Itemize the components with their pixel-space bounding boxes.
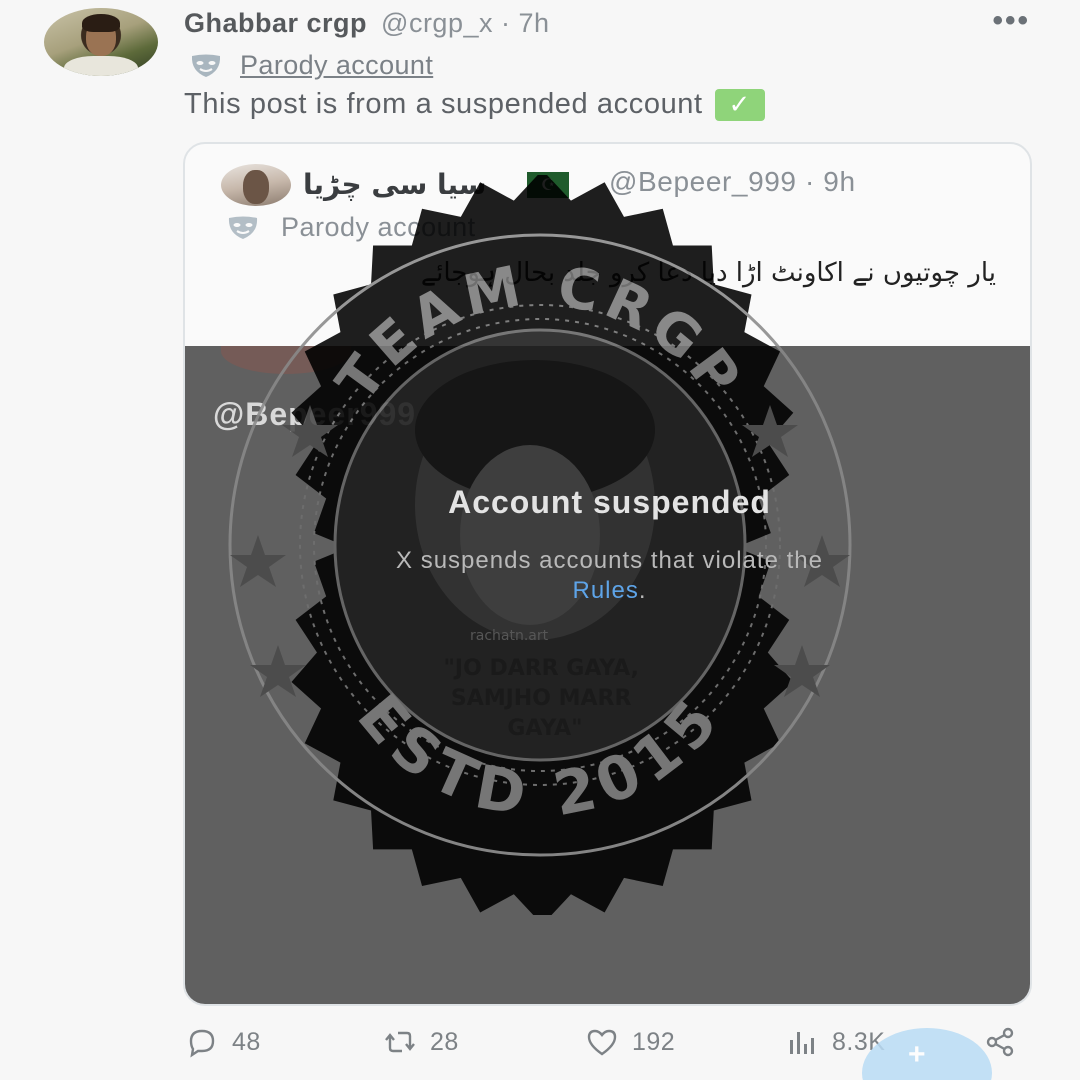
repost-button[interactable]: 28	[384, 1026, 459, 1058]
more-icon[interactable]: •••	[992, 4, 1030, 38]
check-icon: ✓	[714, 88, 765, 121]
tweet: Ghabbar crgp @crgp_x · 7h ••• Parody acc…	[0, 0, 1080, 1080]
share-button[interactable]	[984, 1026, 1016, 1058]
post-text-content: This post is from a suspended account	[184, 88, 703, 120]
like-count: 192	[632, 1027, 676, 1056]
views-icon	[790, 1032, 814, 1054]
parody-account-link[interactable]: Parody account	[240, 50, 433, 81]
parody-label: Parody account	[190, 50, 433, 81]
share-icon	[986, 1027, 1014, 1057]
post-text: This post is from a suspended account ✓	[184, 88, 765, 121]
handle-and-time[interactable]: @crgp_x · 7h	[381, 8, 549, 39]
reply-count: 48	[232, 1027, 261, 1056]
artist-credit: rachatn.art	[470, 628, 549, 644]
reply-button[interactable]: 48	[186, 1026, 261, 1058]
suspended-title: Account suspended	[448, 484, 771, 520]
mask-icon	[191, 54, 221, 77]
tweet-header: Ghabbar crgp @crgp_x · 7h	[184, 8, 550, 42]
display-name[interactable]: Ghabbar crgp	[184, 8, 367, 39]
repost-icon	[385, 1031, 415, 1053]
like-icon	[587, 1029, 617, 1056]
suspended-subtitle: X suspends accounts that violate the Rul…	[396, 547, 823, 604]
team-crgp-watermark: rachatn.art "JO DARR GAYA, SAMJHO MARR G…	[228, 175, 852, 915]
repost-count: 28	[430, 1027, 459, 1056]
rules-link[interactable]: Rules	[572, 577, 638, 604]
like-button[interactable]: 192	[586, 1026, 675, 1058]
compose-icon: +	[908, 1038, 926, 1071]
reply-icon	[189, 1029, 215, 1058]
avatar[interactable]	[44, 8, 158, 76]
